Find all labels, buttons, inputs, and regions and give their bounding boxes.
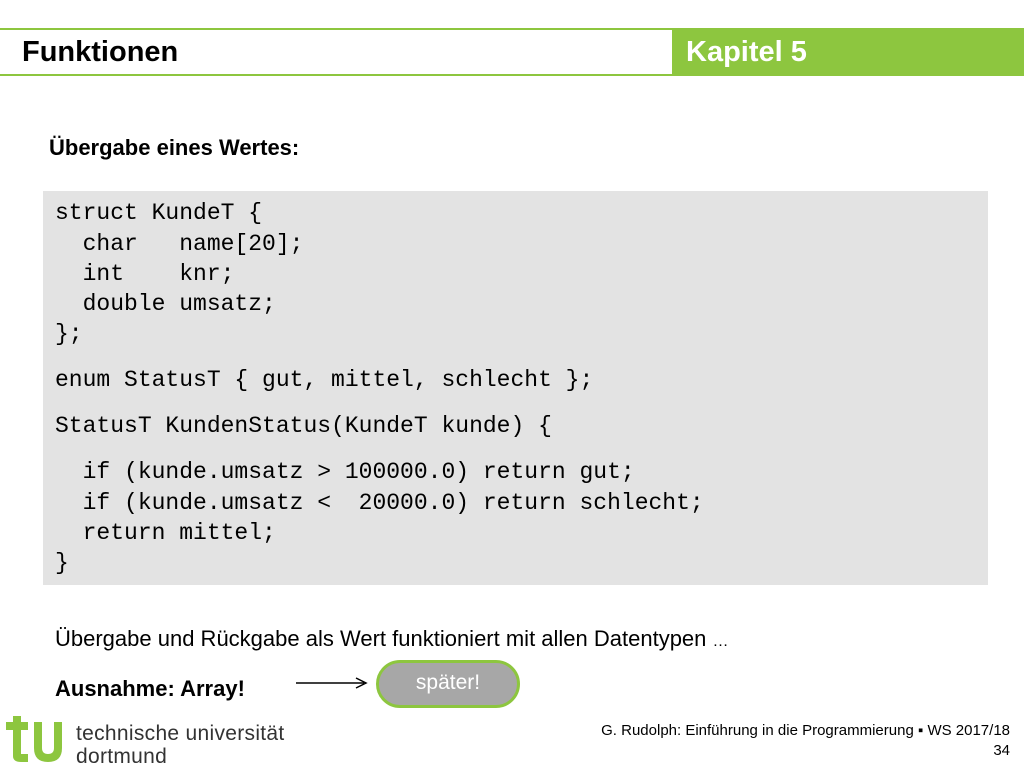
callout-label: später! [415,671,481,694]
code-line: int knr; [55,261,235,287]
code-block: struct KundeT { char name[20]; int knr; … [43,191,988,585]
page-number: 34 [993,742,1010,759]
university-name: technische universität dortmund [76,722,285,768]
code-line: enum StatusT { gut, mittel, schlecht }; [55,367,594,393]
university-name-line1: technische universität [76,722,285,745]
code-line: } [55,550,69,576]
footer-credit: G. Rudolph: Einführung in die Programmie… [601,722,1010,739]
section-heading: Übergabe eines Wertes: [49,135,300,160]
note-ellipsis: … [712,633,729,650]
code-line: }; [55,321,83,347]
code-line: double umsatz; [55,291,276,317]
code-line: char name[20]; [55,231,304,257]
callout-bubble: später! [376,660,520,708]
chapter-badge: Kapitel 5 [672,28,1024,76]
tu-logo-icon [6,716,62,762]
code-line: struct KundeT { [55,200,263,226]
code-line: if (kunde.umsatz < 20000.0) return schle… [55,490,704,516]
code-line: if (kunde.umsatz > 100000.0) return gut; [55,459,635,485]
note-sentence: Übergabe und Rückgabe als Wert funktioni… [55,626,713,651]
header-rule-top [0,28,672,30]
university-name-line2: dortmund [76,745,168,768]
note-text: Übergabe und Rückgabe als Wert funktioni… [55,624,729,657]
slide-title: Funktionen [22,36,179,68]
chapter-label: Kapitel 5 [686,36,807,68]
arrow-right-icon [296,677,368,689]
code-line: StatusT KundenStatus(KundeT kunde) { [55,413,552,439]
exception-text: Ausnahme: Array! [55,676,245,701]
code-line: return mittel; [55,520,276,546]
header-rule-bottom [0,74,672,76]
